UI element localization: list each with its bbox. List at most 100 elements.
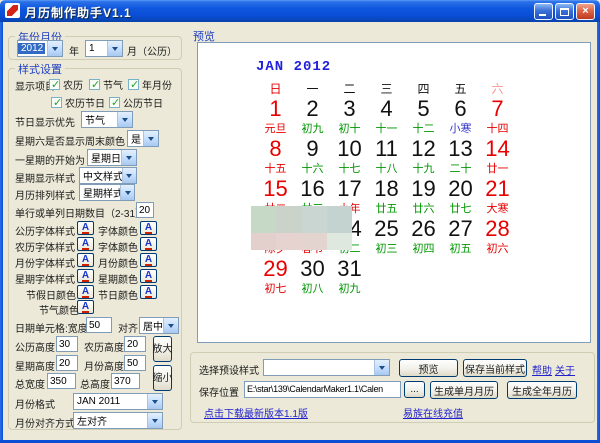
- app-icon: [5, 3, 20, 18]
- generate-month-button[interactable]: 生成单月月历: [430, 381, 498, 399]
- zoom-in-button[interactable]: 放大: [153, 336, 172, 362]
- saturday-weekend-select[interactable]: 是: [127, 130, 159, 147]
- solar-term-color-button[interactable]: A: [77, 300, 94, 314]
- minimize-button[interactable]: [534, 3, 553, 20]
- checkbox-year-month[interactable]: 年月份: [128, 77, 172, 92]
- maximize-button[interactable]: [555, 3, 574, 20]
- mosaic-row: [251, 233, 352, 250]
- font-a-icon: A: [82, 271, 89, 282]
- day-number-cell: 5: [405, 97, 442, 123]
- month-select[interactable]: 1: [85, 40, 123, 57]
- preset-style-select[interactable]: [263, 359, 390, 376]
- lunar-height-input[interactable]: 20: [124, 336, 146, 352]
- festival-priority-value: 节气: [82, 112, 105, 127]
- checkbox-checked-icon: [89, 79, 100, 90]
- lunar-color-button[interactable]: A: [140, 237, 157, 251]
- day-number-cell: 31: [331, 257, 368, 283]
- day-number-cell: 4: [368, 97, 405, 123]
- combo-arrow-icon[interactable]: [47, 41, 62, 56]
- month-format-select[interactable]: JAN 2011: [73, 393, 163, 410]
- style-settings-caption: 样式设置: [15, 61, 65, 77]
- festival-priority-select[interactable]: 节气: [81, 111, 133, 128]
- lunar-label-cell: 十四: [479, 123, 516, 137]
- checkbox-solar-festival[interactable]: 公历节日: [109, 95, 163, 110]
- month-font-button[interactable]: A: [77, 253, 94, 267]
- checkbox-lunar-festival[interactable]: 农历节日: [51, 95, 105, 110]
- solar-color-button[interactable]: A: [140, 221, 157, 235]
- month-height-input[interactable]: 50: [124, 355, 146, 371]
- solar-height-input[interactable]: 30: [56, 336, 78, 352]
- festival-color-label: 节日颜色: [98, 287, 138, 302]
- total-height-input[interactable]: 370: [111, 373, 140, 389]
- week-color-button[interactable]: A: [140, 269, 157, 283]
- lunar-label-cell: [442, 283, 479, 297]
- lunar-font-button[interactable]: A: [77, 237, 94, 251]
- holiday-color-label: 节假日颜色: [26, 287, 76, 302]
- save-style-button[interactable]: 保存当前样式: [463, 359, 527, 377]
- year-select[interactable]: 2012: [17, 40, 63, 57]
- day-number-cell: [368, 257, 405, 283]
- day-number-cell: 2: [294, 97, 331, 123]
- month-align-select[interactable]: 左对齐: [73, 412, 163, 429]
- combo-arrow-icon[interactable]: [117, 112, 132, 127]
- close-button[interactable]: ×: [576, 3, 595, 20]
- calendar-month-title: JAN 2012: [256, 59, 331, 75]
- font-a-icon: A: [145, 223, 152, 234]
- week-start-select[interactable]: 星期日: [87, 149, 137, 166]
- lunar-label-cell: 十二: [405, 123, 442, 137]
- weekday-header-cell: 一: [294, 80, 331, 97]
- month-align-label: 月份对齐方式: [15, 415, 75, 430]
- week-font-button[interactable]: A: [77, 269, 94, 283]
- checkbox-solar-term[interactable]: 节气: [89, 77, 123, 92]
- combo-arrow-icon[interactable]: [374, 360, 389, 375]
- week-display-style-select[interactable]: 中文样式: [79, 167, 137, 184]
- week-height-input[interactable]: 20: [56, 355, 78, 371]
- preview-canvas: JAN 2012 日一二三四五六1234567元旦初九初十十一十二小寒十四891…: [197, 42, 591, 343]
- lunar-label-cell: 初三: [368, 243, 405, 257]
- month-color-button[interactable]: A: [140, 253, 157, 267]
- solar-font-button[interactable]: A: [77, 221, 94, 235]
- combo-arrow-icon[interactable]: [120, 185, 134, 200]
- lunar-label-cell: 初六: [479, 243, 516, 257]
- browse-button[interactable]: ...: [404, 381, 425, 398]
- zoom-out-button[interactable]: 缩小: [153, 365, 172, 391]
- combo-arrow-icon[interactable]: [147, 394, 162, 409]
- festival-color-button[interactable]: A: [140, 285, 157, 299]
- week-display-style-label: 星期显示样式: [15, 170, 75, 185]
- weekday-header-cell: 六: [479, 80, 516, 97]
- combo-arrow-icon[interactable]: [122, 168, 136, 183]
- layout-style-select[interactable]: 星期样式: [79, 184, 135, 201]
- about-link[interactable]: 关于: [555, 362, 575, 377]
- combo-arrow-icon[interactable]: [147, 413, 162, 428]
- cell-width-input[interactable]: 50: [86, 317, 112, 333]
- recharge-link[interactable]: 易族在线充值: [403, 405, 463, 420]
- save-path-input[interactable]: E:\star\139\CalendarMaker1.1\Calen: [244, 381, 401, 398]
- day-number-cell: 13: [442, 137, 479, 163]
- checkbox-label: 节气: [103, 77, 123, 92]
- combo-arrow-icon[interactable]: [143, 131, 158, 146]
- combo-arrow-icon[interactable]: [163, 318, 178, 333]
- combo-arrow-icon[interactable]: [107, 41, 122, 56]
- day-number-cell: 1: [257, 97, 294, 123]
- total-width-input[interactable]: 350: [47, 373, 76, 389]
- dates-per-line-input[interactable]: 20: [136, 202, 154, 218]
- checkbox-lunar[interactable]: 农历: [49, 77, 83, 92]
- day-number-cell: 14: [479, 137, 516, 163]
- day-number-cell: [405, 257, 442, 283]
- titlebar: 月历制作助手V1.1 ×: [0, 0, 600, 22]
- cell-align-select[interactable]: 居中: [139, 317, 179, 334]
- preview-button[interactable]: 预览: [399, 359, 458, 377]
- lunar-label-cell: 初四: [405, 243, 442, 257]
- lunar-label-cell: 廿七: [442, 203, 479, 217]
- app-window: 月历制作助手V1.1 × 年份月份 2012 年 1 月（公历） 样式设置 显示…: [0, 0, 600, 443]
- holiday-color-button[interactable]: A: [77, 285, 94, 299]
- total-width-label: 总宽度: [15, 376, 45, 391]
- help-link[interactable]: 帮助: [532, 362, 552, 377]
- day-number-cell: 10: [331, 137, 368, 163]
- calendar-grid: 日一二三四五六1234567元旦初九初十十一十二小寒十四891011121314…: [257, 80, 517, 297]
- download-link[interactable]: 点击下载最新版本1.1版: [204, 405, 308, 420]
- maximize-icon: [560, 8, 569, 16]
- solar-term-color-label: 节气颜色: [39, 302, 79, 317]
- combo-arrow-icon[interactable]: [121, 150, 136, 165]
- generate-year-button[interactable]: 生成全年月历: [507, 381, 577, 399]
